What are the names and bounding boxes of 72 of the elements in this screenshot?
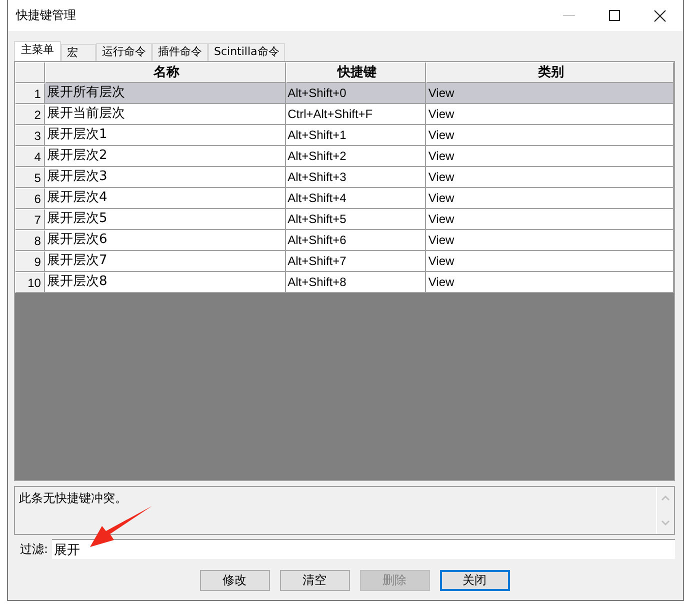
table-row[interactable]: 2 展开当前层次 Ctrl+Alt+Shift+F View: [15, 104, 674, 125]
table-cell: View: [426, 230, 674, 251]
close-icon[interactable]: [654, 10, 666, 22]
maximize-icon[interactable]: [609, 10, 620, 21]
tab[interactable]: 插件命令: [152, 43, 208, 61]
table-row[interactable]: 10 展开层次8 Alt+Shift+8 View: [15, 272, 674, 293]
table-row[interactable]: 7 展开层次5 Alt+Shift+5 View: [15, 209, 674, 230]
table-cell: View: [426, 104, 674, 125]
table-row[interactable]: 4 展开层次2 Alt+Shift+2 View: [15, 146, 674, 167]
table-cell: Ctrl+Alt+Shift+F: [286, 104, 426, 125]
dialog-button[interactable]: 关闭: [440, 570, 510, 591]
table-cell: 展开层次1: [44, 125, 286, 146]
table-row[interactable]: 8 展开层次6 Alt+Shift+6 View: [15, 230, 674, 251]
table-cell: Alt+Shift+8: [286, 272, 426, 293]
table-cell: View: [426, 167, 674, 188]
row-number: 7: [15, 209, 45, 230]
filter-label: 过滤:: [19, 540, 50, 558]
row-number: 4: [15, 146, 45, 167]
minimize-icon[interactable]: [563, 14, 575, 16]
table-cell: View: [426, 125, 674, 146]
scroll-up-icon[interactable]: [661, 495, 670, 501]
table-cell: View: [426, 146, 674, 167]
table-cell: Alt+Shift+7: [286, 251, 426, 272]
row-number: 2: [15, 104, 45, 125]
table-row[interactable]: 9 展开层次7 Alt+Shift+7 View: [15, 251, 674, 272]
column-header[interactable]: 类别: [426, 62, 674, 83]
table-cell: Alt+Shift+4: [286, 188, 426, 209]
row-number: 1: [15, 83, 45, 104]
table-cell: Alt+Shift+3: [286, 167, 426, 188]
window-title: 快捷键管理: [14, 7, 76, 24]
tab[interactable]: 宏: [61, 44, 96, 61]
table-row[interactable]: 3 展开层次1 Alt+Shift+1 View: [15, 125, 674, 146]
scroll-down-icon[interactable]: [661, 520, 670, 526]
table-cell: View: [426, 251, 674, 272]
table-cell: View: [426, 209, 674, 230]
tab[interactable]: 主菜单: [14, 41, 61, 61]
table-cell: Alt+Shift+0: [286, 83, 426, 104]
table-row[interactable]: 1 展开所有层次 Alt+Shift+0 View: [15, 83, 674, 104]
annotation-arrow: [88, 504, 154, 548]
table-cell: 展开当前层次: [44, 104, 286, 125]
dialog-button[interactable]: 清空: [280, 570, 350, 591]
table-cell: Alt+Shift+1: [286, 125, 426, 146]
filter-field[interactable]: 展开: [52, 539, 675, 559]
table-cell: View: [426, 272, 674, 293]
table-cell: 展开层次8: [44, 272, 286, 293]
column-header[interactable]: 名称: [44, 62, 286, 83]
table-row[interactable]: 5 展开层次3 Alt+Shift+3 View: [15, 167, 674, 188]
table-cell: Alt+Shift+2: [286, 146, 426, 167]
row-number: 6: [15, 188, 45, 209]
table-cell: 展开层次4: [44, 188, 286, 209]
table-cell: Alt+Shift+5: [286, 209, 426, 230]
table-cell: 展开层次3: [44, 167, 286, 188]
column-header[interactable]: 快捷键: [286, 62, 426, 83]
table-row[interactable]: 6 展开层次4 Alt+Shift+4 View: [15, 188, 674, 209]
tab[interactable]: 运行命令: [96, 43, 152, 61]
tab[interactable]: Scintilla命令: [208, 43, 286, 61]
row-number: 5: [15, 167, 45, 188]
table-cell: 展开层次5: [44, 209, 286, 230]
table-cell: 展开所有层次: [44, 83, 286, 104]
header-cell: [15, 62, 45, 83]
row-number: 10: [15, 272, 45, 293]
table-cell: View: [426, 188, 674, 209]
table-cell: 展开层次2: [44, 146, 286, 167]
table-cell: View: [426, 83, 674, 104]
table-cell: Alt+Shift+6: [286, 230, 426, 251]
conflict-message: 此条无快捷键冲突。: [18, 490, 128, 507]
table-cell: 展开层次6: [44, 230, 286, 251]
dialog-button[interactable]: 修改: [200, 570, 270, 591]
row-number: 3: [15, 125, 45, 146]
row-number: 9: [15, 251, 45, 272]
table-cell: 展开层次7: [44, 251, 286, 272]
row-number: 8: [15, 230, 45, 251]
